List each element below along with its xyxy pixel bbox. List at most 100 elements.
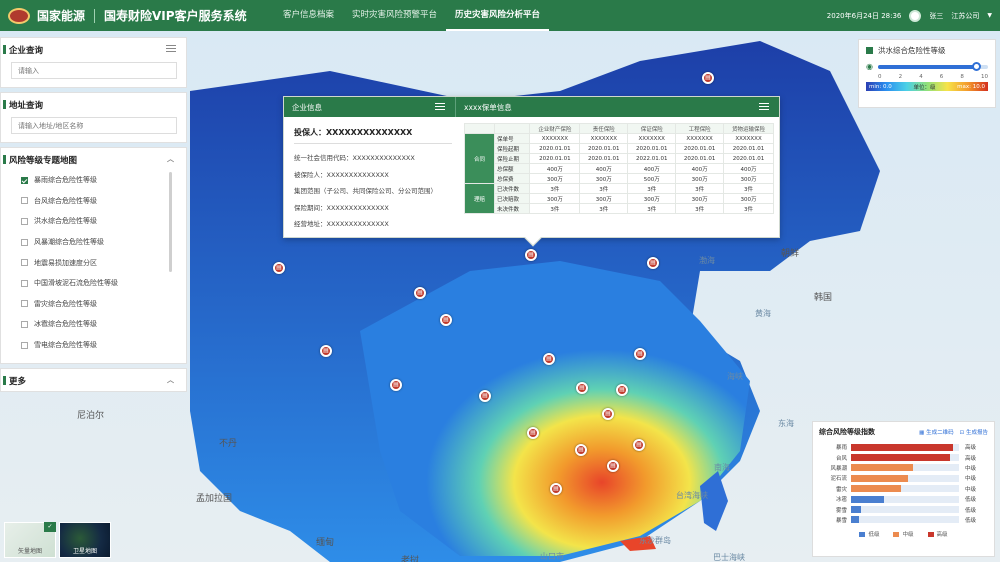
nav-customer-archive[interactable]: 客户信息档案	[274, 0, 343, 31]
customer-location-pin-icon[interactable]: ▤	[633, 439, 645, 451]
customer-location-pin-icon[interactable]: ▤	[607, 460, 619, 472]
enterprise-search-input[interactable]	[11, 62, 177, 79]
list-menu-icon[interactable]	[435, 103, 445, 110]
checkbox[interactable]	[21, 300, 28, 308]
risk-bar	[851, 495, 885, 503]
checkbox[interactable]	[21, 259, 28, 267]
customer-location-pin-icon[interactable]: ▤	[702, 72, 714, 84]
table-cell: 2020.01.01	[723, 143, 774, 154]
risk-bar-track	[851, 454, 959, 462]
customer-location-pin-icon[interactable]: ▤	[479, 390, 491, 402]
table-cell: 300万	[579, 193, 629, 204]
table-cell: 3件	[579, 183, 629, 194]
checkbox[interactable]	[21, 238, 28, 246]
more-title[interactable]: 更多 ︿	[1, 369, 186, 391]
risk-bar	[851, 454, 951, 462]
risk-name: 泥石流	[830, 476, 847, 483]
risk-layer-item[interactable]: 地震易损加速度分区	[21, 252, 176, 273]
report-button[interactable]: ⊡ 生成报告	[960, 428, 988, 436]
customer-location-pin-icon[interactable]: ▤	[602, 408, 614, 420]
company-name[interactable]: 江苏公司	[951, 11, 979, 21]
field-address: 经营地址：XXXXXXXXXXXXXX	[294, 220, 389, 228]
checkbox[interactable]	[21, 176, 28, 184]
risk-layer-item[interactable]: 雷灾综合危险性等级	[21, 294, 176, 315]
risk-layer-item[interactable]: 洪水综合危险性等级	[21, 211, 176, 232]
datetime: 2020年6月24日 28:36	[826, 11, 902, 20]
sea-label: 东海	[778, 419, 794, 428]
slider-handle[interactable]	[972, 61, 981, 71]
table-cell: 3件	[627, 203, 677, 214]
customer-location-pin-icon[interactable]: ▤	[440, 314, 452, 326]
risk-layer-item[interactable]: 雪电综合危险性等级	[21, 335, 176, 356]
layer-legend: 洪水综合危险性等级 ◉ 0 2 4 6 8 10 min: 0.0 单位：级 max: 1…	[858, 39, 996, 108]
table-cell: XXXXXXX	[579, 133, 629, 144]
customer-location-pin-icon[interactable]: ▤	[550, 483, 562, 495]
chevron-up-icon[interactable]: ︿	[167, 375, 174, 385]
satellite-map-thumbnail[interactable]: 卫星地图	[59, 522, 111, 558]
customer-location-pin-icon[interactable]: ▤	[634, 348, 646, 360]
risk-bar-track	[851, 485, 959, 493]
risk-bar	[851, 443, 953, 451]
opacity-slider[interactable]: ◉	[866, 61, 988, 71]
customer-location-pin-icon[interactable]: ▤	[273, 262, 285, 274]
table-cell: 3件	[723, 183, 774, 194]
customer-location-pin-icon[interactable]: ▤	[543, 353, 555, 365]
main-nav: 客户信息档案 实时灾害风险预警平台 历史灾害风险分析平台	[274, 0, 550, 31]
checkbox[interactable]	[21, 279, 28, 287]
checkbox[interactable]	[21, 197, 28, 205]
table-row: 保险止期 2020.01.01 2020.01.01 2022.01.01 2020.0…	[465, 153, 774, 164]
table-group-label: 理赔	[464, 183, 495, 214]
risk-bar-track	[851, 495, 959, 503]
color-ramp: min: 0.0 单位：级 max: 10.0	[866, 82, 988, 91]
checkbox[interactable]	[21, 320, 28, 328]
customer-location-pin-icon[interactable]: ▤	[576, 382, 588, 394]
customer-location-pin-icon[interactable]: ▤	[575, 444, 587, 456]
checkbox[interactable]	[21, 341, 28, 349]
customer-location-pin-icon[interactable]: ▤	[390, 379, 402, 391]
list-menu-icon[interactable]	[759, 103, 769, 110]
customer-location-pin-icon[interactable]: ▤	[525, 249, 537, 261]
sea-label: 南海	[714, 463, 730, 472]
nav-realtime-warning[interactable]: 实时灾害风险预警平台	[343, 0, 446, 31]
table-cell: 300万	[723, 193, 774, 204]
eye-icon[interactable]: ◉	[866, 62, 878, 71]
risk-layer-item[interactable]: 中国滑坡泥石流危险性等级	[21, 273, 176, 294]
nav-history-analysis[interactable]: 历史灾害风险分析平台	[446, 0, 550, 31]
risk-level: 中级	[965, 465, 977, 472]
chevron-down-icon[interactable]: ▼	[987, 12, 992, 19]
scrollbar[interactable]	[169, 172, 172, 272]
user-avatar-icon[interactable]	[909, 9, 922, 22]
layer-square-icon	[866, 47, 873, 54]
customer-location-pin-icon[interactable]: ▤	[527, 427, 539, 439]
list-menu-icon[interactable]	[166, 45, 176, 52]
customer-location-pin-icon[interactable]: ▤	[616, 384, 628, 396]
country-label: 不丹	[219, 439, 238, 449]
check-icon: ✓	[44, 522, 56, 532]
address-search-input[interactable]	[11, 117, 177, 134]
table-cell: 3件	[723, 203, 774, 214]
chevron-up-icon[interactable]: ︿	[167, 154, 174, 164]
risk-index-row: 暴雨 高级	[813, 442, 994, 452]
vector-map-thumbnail[interactable]: 矢量地图 ✓	[4, 522, 56, 558]
slider-track[interactable]	[878, 61, 988, 71]
customer-location-pin-icon[interactable]: ▤	[320, 345, 332, 357]
table-cell: 保单号	[493, 133, 531, 144]
risk-layer-item[interactable]: 暴雨综合危险性等级	[21, 170, 176, 191]
slider-fill	[878, 64, 977, 69]
risk-layer-item[interactable]: 风暴潮综合危险性等级	[21, 232, 176, 253]
table-row: 总保费 300万 300万 500万 300万 300万	[465, 173, 774, 184]
risk-name: 冰雹	[835, 497, 847, 504]
country-label: 韩国	[814, 293, 833, 303]
customer-location-pin-icon[interactable]: ▤	[414, 287, 426, 299]
country-label: 朝鲜	[781, 249, 800, 259]
table-cell: 2020.01.01	[529, 143, 581, 154]
user-name[interactable]: 张三	[929, 11, 943, 21]
field-period: 保险期间：XXXXXXXXXXXXXX	[294, 203, 389, 212]
checkbox[interactable]	[21, 217, 28, 225]
table-row: 未决件数 3件 3件 3件 3件 3件	[465, 203, 774, 214]
risk-layer-item[interactable]: 冰雹综合危险性等级	[21, 314, 176, 335]
risk-layer-item[interactable]: 台风综合危险性等级	[21, 191, 176, 212]
customer-location-pin-icon[interactable]: ▤	[647, 257, 659, 269]
brand-name: 国家能源	[37, 9, 86, 23]
qrcode-button[interactable]: ▦ 生成二维码	[919, 428, 953, 436]
